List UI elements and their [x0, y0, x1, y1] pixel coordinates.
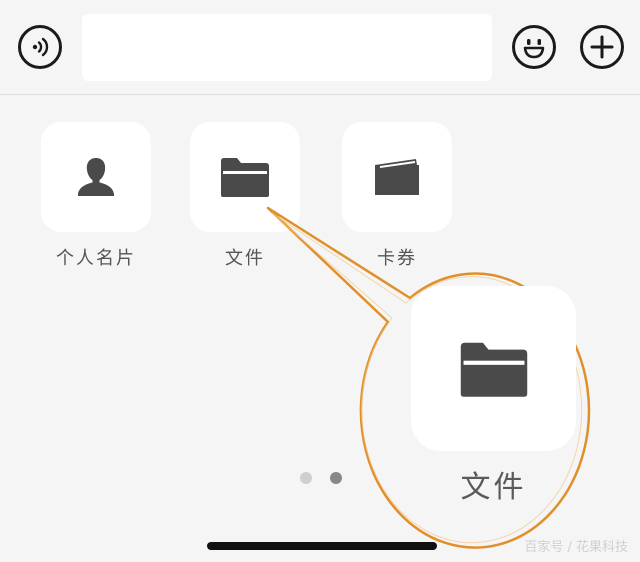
- home-indicator: [207, 542, 437, 550]
- watermark: 百家号 / 花果科技: [524, 540, 628, 555]
- zoomed-file-tile: [411, 286, 576, 451]
- folder-icon: [460, 342, 527, 397]
- zoomed-file-label: 文件: [460, 470, 527, 505]
